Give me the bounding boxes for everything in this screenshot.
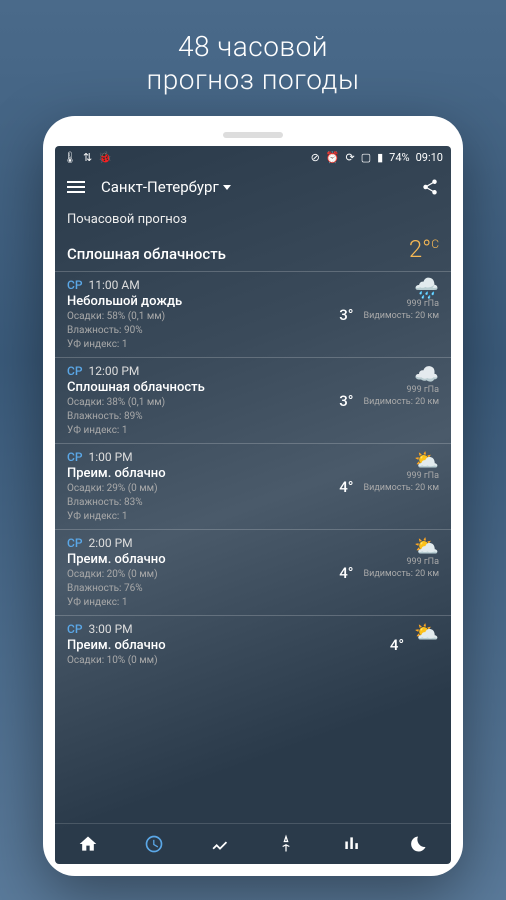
status-bar: 🌡 ⇅ 🐞 ⊘ ⏰ ⟳ ▢ ▮ 74% 09:10	[55, 146, 451, 168]
nav-night[interactable]	[408, 834, 428, 854]
hourly-row[interactable]: СР 11:00 AM Небольшой дождьОсадки: 58% (0,…	[55, 271, 451, 357]
visibility-label: Видимость: 20 км	[364, 483, 439, 494]
time-label: 2:00 PM	[89, 536, 133, 550]
condition-label: Преим. облачно	[67, 552, 329, 567]
current-temp: 2°C	[409, 235, 439, 263]
weather-icon: ⛅	[414, 622, 439, 642]
debug-icon: 🐞	[98, 151, 112, 164]
usb-icon: ⇅	[83, 151, 92, 164]
hourly-row[interactable]: СР 2:00 PM Преим. облачноОсадки: 20% (0 мм…	[55, 529, 451, 615]
battery-icon: ▮	[377, 151, 383, 164]
hourly-row[interactable]: СР 12:00 PM Сплошная облачностьОсадки: 38%…	[55, 357, 451, 443]
hour-temp: 4°	[339, 478, 353, 496]
condition-label: Небольшой дождь	[67, 294, 329, 309]
uv-label: УФ индекс: 1	[67, 596, 329, 609]
weather-icon: ⛅	[414, 450, 439, 470]
current-conditions: Сплошная облачность 2°C	[55, 233, 451, 271]
temperature-icon: 🌡	[63, 151, 77, 164]
nav-wind[interactable]	[276, 834, 296, 854]
hour-temp: 3°	[339, 392, 353, 410]
hourly-row[interactable]: СР 3:00 PM Преим. облачноОсадки: 10% (0 мм…	[55, 615, 451, 673]
location-name: Санкт-Петербург	[101, 178, 219, 196]
nav-hourly[interactable]	[144, 834, 164, 854]
day-label: СР	[67, 364, 83, 378]
hourly-list[interactable]: СР 11:00 AM Небольшой дождьОсадки: 58% (0,…	[55, 271, 451, 823]
day-label: СР	[67, 536, 83, 550]
pressure-label: 999 гПа	[406, 471, 439, 482]
visibility-label: Видимость: 20 км	[364, 569, 439, 580]
hour-temp: 4°	[339, 564, 353, 582]
precip-label: Осадки: 29% (0 мм)	[67, 482, 329, 495]
nav-stats[interactable]	[342, 834, 362, 854]
menu-button[interactable]	[67, 181, 85, 193]
no-sim-icon: ▢	[361, 151, 371, 164]
condition-label: Сплошная облачность	[67, 380, 329, 395]
day-label: СР	[67, 278, 83, 292]
hour-temp: 3°	[339, 306, 353, 324]
condition-label: Преим. облачно	[67, 638, 380, 653]
app-screen: 🌡 ⇅ 🐞 ⊘ ⏰ ⟳ ▢ ▮ 74% 09:10 Санкт-Петербур…	[55, 146, 451, 864]
time-label: 3:00 PM	[89, 622, 133, 636]
phone-frame: 🌡 ⇅ 🐞 ⊘ ⏰ ⟳ ▢ ▮ 74% 09:10 Санкт-Петербур…	[43, 116, 463, 876]
precip-label: Осадки: 58% (0,1 мм)	[67, 310, 329, 323]
weather-icon: 🌧️	[414, 278, 439, 298]
time-label: 1:00 PM	[89, 450, 133, 464]
humidity-label: Влажность: 83%	[67, 496, 329, 509]
battery-percent: 74%	[389, 151, 409, 164]
time-label: 11:00 AM	[89, 278, 140, 292]
phone-speaker	[223, 132, 283, 138]
day-label: СР	[67, 450, 83, 464]
precip-label: Осадки: 20% (0 мм)	[67, 568, 329, 581]
section-title: Почасовой прогноз	[55, 206, 451, 233]
current-desc: Сплошная облачность	[67, 245, 226, 263]
visibility-label: Видимость: 20 км	[364, 311, 439, 322]
app-bar: Санкт-Петербург	[55, 168, 451, 206]
no-sign-icon: ⊘	[311, 151, 320, 164]
nav-home[interactable]	[78, 834, 98, 854]
bottom-nav	[55, 823, 451, 864]
location-selector[interactable]: Санкт-Петербург	[101, 178, 231, 196]
alarm-icon: ⏰	[326, 151, 340, 164]
humidity-label: Влажность: 89%	[67, 410, 329, 423]
hourly-row[interactable]: СР 1:00 PM Преим. облачноОсадки: 29% (0 мм…	[55, 443, 451, 529]
clock: 09:10	[416, 151, 443, 164]
pressure-label: 999 гПа	[406, 557, 439, 568]
chevron-down-icon	[223, 185, 231, 190]
humidity-label: Влажность: 76%	[67, 582, 329, 595]
share-button[interactable]	[421, 178, 439, 196]
hour-temp: 4°	[390, 636, 404, 654]
humidity-label: Влажность: 90%	[67, 324, 329, 337]
precip-label: Осадки: 10% (0 мм)	[67, 654, 380, 667]
uv-label: УФ индекс: 1	[67, 510, 329, 523]
weather-icon: ☁️	[414, 364, 439, 384]
visibility-label: Видимость: 20 км	[364, 397, 439, 408]
pressure-label: 999 гПа	[406, 299, 439, 310]
time-label: 12:00 PM	[89, 364, 140, 378]
precip-label: Осадки: 38% (0,1 мм)	[67, 396, 329, 409]
pressure-label: 999 гПа	[406, 385, 439, 396]
uv-label: УФ индекс: 1	[67, 338, 329, 351]
weather-icon: ⛅	[414, 536, 439, 556]
uv-label: УФ индекс: 1	[67, 424, 329, 437]
condition-label: Преим. облачно	[67, 466, 329, 481]
promo-text: 48 часовой прогноз погоды	[126, 0, 379, 116]
day-label: СР	[67, 622, 83, 636]
nav-graph[interactable]	[210, 834, 230, 854]
sync-icon: ⟳	[345, 151, 354, 164]
